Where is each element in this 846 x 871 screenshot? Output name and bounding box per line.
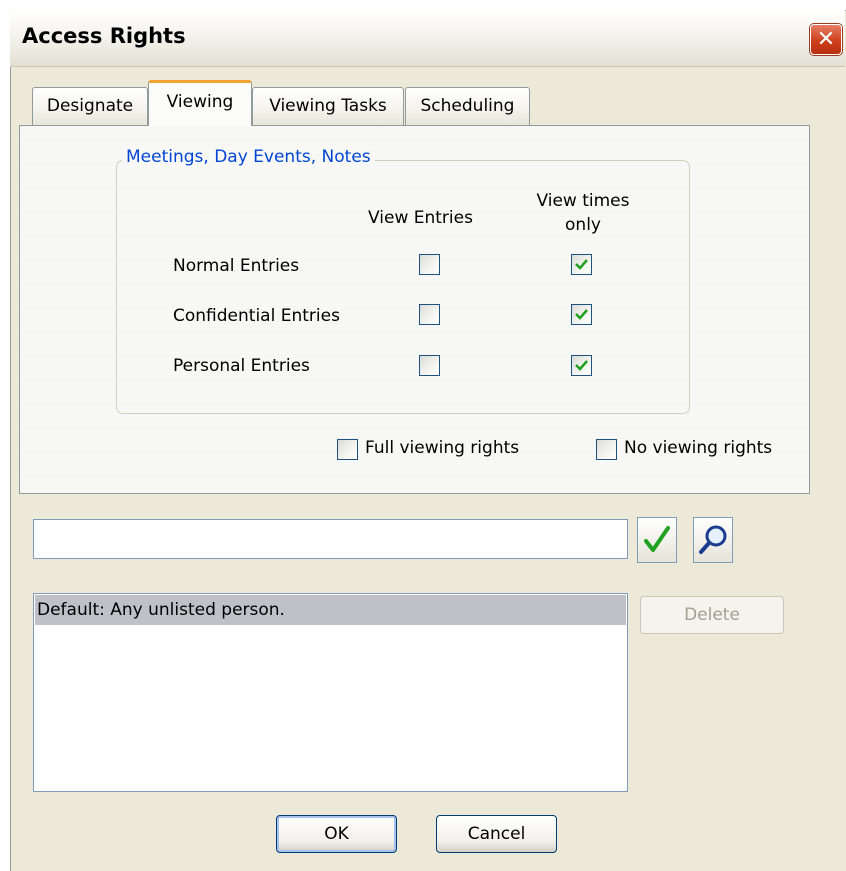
column-view-entries: View Entries bbox=[368, 208, 473, 228]
title-bar: Access Rights ✕ bbox=[10, 10, 845, 67]
normal-entries-view-checkbox[interactable] bbox=[419, 254, 440, 275]
tab-label: Scheduling bbox=[420, 96, 515, 116]
checkmark-icon bbox=[575, 360, 588, 371]
row-label: Confidential Entries bbox=[173, 306, 340, 326]
check-icon bbox=[644, 526, 670, 552]
full-viewing-rights-checkbox[interactable] bbox=[337, 439, 358, 460]
ok-button[interactable]: OK bbox=[276, 815, 397, 853]
close-icon: ✕ bbox=[816, 27, 836, 52]
confidential-entries-view-checkbox[interactable] bbox=[419, 304, 440, 325]
personal-entries-times-checkbox[interactable] bbox=[571, 355, 592, 376]
personal-entries-view-checkbox[interactable] bbox=[419, 355, 440, 376]
cancel-button-label: Cancel bbox=[467, 824, 526, 844]
full-viewing-rights-label[interactable]: Full viewing rights bbox=[365, 438, 519, 458]
tab-viewing[interactable]: Viewing bbox=[148, 80, 252, 126]
confidential-entries-times-checkbox[interactable] bbox=[571, 304, 592, 325]
access-list[interactable]: Default: Any unlisted person. bbox=[33, 593, 628, 792]
column-view-times-line1: View times bbox=[536, 191, 630, 211]
tab-viewing-tasks[interactable]: Viewing Tasks bbox=[252, 87, 404, 125]
tab-label: Designate bbox=[46, 96, 134, 116]
delete-button[interactable]: Delete bbox=[640, 596, 784, 634]
confirm-button[interactable] bbox=[637, 517, 677, 563]
window-title: Access Rights bbox=[22, 24, 186, 48]
delete-button-label: Delete bbox=[684, 605, 740, 625]
row-label: Normal Entries bbox=[173, 256, 300, 276]
tab-scheduling[interactable]: Scheduling bbox=[405, 87, 530, 125]
ok-button-label: OK bbox=[324, 824, 349, 844]
no-viewing-rights-checkbox[interactable] bbox=[596, 439, 617, 460]
tab-label: Viewing bbox=[166, 92, 234, 112]
list-item[interactable]: Default: Any unlisted person. bbox=[35, 595, 626, 625]
tab-designate[interactable]: Designate bbox=[32, 87, 148, 125]
cancel-button[interactable]: Cancel bbox=[436, 815, 557, 853]
column-view-times-line2: only bbox=[565, 215, 601, 235]
name-input[interactable] bbox=[33, 519, 628, 559]
magnifier-icon bbox=[699, 525, 727, 554]
group-title: Meetings, Day Events, Notes bbox=[122, 147, 375, 167]
checkmark-icon bbox=[575, 309, 588, 320]
search-button[interactable] bbox=[693, 517, 733, 563]
row-label: Personal Entries bbox=[173, 356, 310, 376]
normal-entries-times-checkbox[interactable] bbox=[571, 254, 592, 275]
tab-label: Viewing Tasks bbox=[269, 96, 387, 116]
checkmark-icon bbox=[575, 259, 588, 270]
no-viewing-rights-label[interactable]: No viewing rights bbox=[624, 438, 772, 458]
close-button[interactable]: ✕ bbox=[810, 24, 842, 55]
